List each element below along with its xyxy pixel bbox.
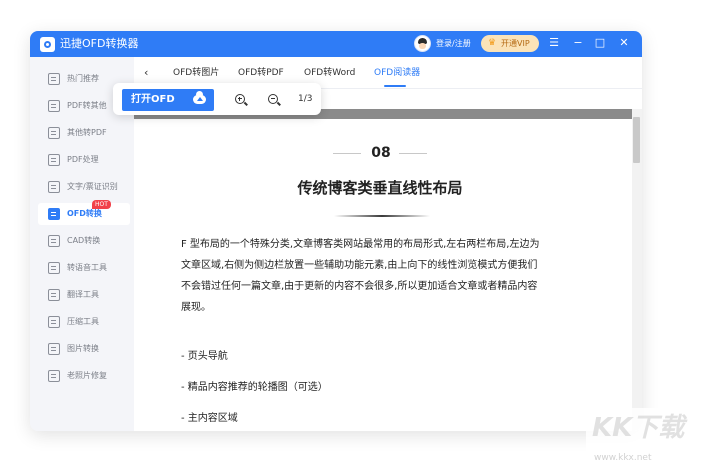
- sidebar-item-translate-tool[interactable]: 翻译工具: [38, 284, 130, 306]
- watermark-text: KK下载: [592, 413, 685, 443]
- sidebar-item-voice-tool[interactable]: 转语音工具: [38, 257, 130, 279]
- sidebar-item-label: 老照片修复: [67, 371, 107, 380]
- paragraph-line: 不会错过任何一篇文章,由于更新的内容不会很多,所以更加适合文章或者精品内容: [181, 281, 538, 292]
- vip-label: 开通VIP: [501, 39, 530, 48]
- active-tab-indicator: [384, 85, 406, 87]
- sidebar-item-label: 文字/票证识别: [67, 182, 118, 191]
- sidebar-item-label: CAD转换: [67, 236, 101, 245]
- compress-icon: [48, 316, 60, 328]
- crown-icon: ♛: [488, 38, 497, 48]
- reader-toolbar: 打开OFD 1/3: [113, 83, 321, 115]
- sidebar-item-photo-repair[interactable]: 老照片修复: [38, 365, 130, 387]
- page-indicator: 1/3: [298, 94, 313, 104]
- sidebar-item-label: PDF处理: [67, 155, 99, 164]
- ofd-icon: [48, 208, 60, 220]
- to-pdf-icon: [48, 127, 60, 139]
- ocr-icon: [48, 181, 60, 193]
- translate-icon: [48, 289, 60, 301]
- image-icon: [48, 343, 60, 355]
- hot-badge: HOT: [92, 200, 111, 209]
- menu-icon[interactable]: ☰: [547, 36, 561, 50]
- sidebar-item-pdf-process[interactable]: PDF处理: [38, 149, 130, 171]
- paragraph-line: 文章区域,右侧为侧边栏放置一些辅助功能元素,由上向下的线性浏览模式方便我们: [181, 260, 538, 271]
- app-title: 迅捷OFD转换器: [60, 37, 139, 50]
- watermark: KK下载 www.kkx.net: [586, 408, 706, 469]
- close-button[interactable]: ✕: [617, 36, 631, 50]
- pdf-convert-icon: [48, 100, 60, 112]
- sidebar-item-label: 热门推荐: [67, 74, 99, 83]
- vip-button[interactable]: ♛ 开通VIP: [481, 35, 539, 52]
- sidebar-item-image-convert[interactable]: 图片转换: [38, 338, 130, 360]
- sidebar-item-label: 压缩工具: [67, 317, 99, 326]
- app-logo-icon: [40, 37, 55, 52]
- back-icon[interactable]: ‹: [144, 66, 148, 80]
- zoom-out-icon[interactable]: [268, 94, 278, 104]
- paragraph-line: F 型布局的一个特殊分类,文章博客类网站最常用的布局形式,左右两栏布局,左边为: [181, 239, 540, 250]
- open-ofd-button[interactable]: 打开OFD: [122, 89, 214, 111]
- sidebar-item-label: 转语音工具: [67, 263, 107, 272]
- photo-repair-icon: [48, 370, 60, 382]
- sidebar-item-ofd-convert[interactable]: OFD转换 HOT: [38, 200, 130, 225]
- tab-ofd-to-pdf[interactable]: OFD转PDF: [238, 67, 284, 79]
- bullet-item: - 精品内容推荐的轮播图（可选）: [181, 382, 328, 393]
- tab-ofd-reader[interactable]: OFD阅读器: [374, 67, 420, 79]
- zoom-in-icon[interactable]: [235, 94, 245, 104]
- sidebar-item-label: 图片转换: [67, 344, 99, 353]
- bullet-item: - 主内容区域: [181, 413, 238, 424]
- tab-ofd-to-word[interactable]: OFD转Word: [304, 67, 355, 79]
- pdf-process-icon: [48, 154, 60, 166]
- sidebar-item-label: OFD转换: [67, 209, 102, 218]
- voice-icon: [48, 262, 60, 274]
- sidebar-item-compress-tool[interactable]: 压缩工具: [38, 311, 130, 333]
- tab-ofd-to-image[interactable]: OFD转图片: [173, 67, 219, 79]
- sidebar-item-other-to-pdf[interactable]: 其他转PDF: [38, 122, 130, 144]
- number-right-rule: [399, 153, 427, 154]
- minimize-button[interactable]: −: [571, 36, 585, 50]
- cloud-upload-icon: [193, 91, 206, 104]
- heading-underline: [334, 215, 430, 217]
- sidebar-item-label: 其他转PDF: [67, 128, 107, 137]
- watermark-url: www.kkx.net: [594, 453, 652, 463]
- open-ofd-label: 打开OFD: [131, 94, 175, 105]
- title-bar: 迅捷OFD转换器 登录/注册 ♛ 开通VIP ☰ − □ ✕: [30, 31, 642, 57]
- sidebar-item-label: PDF转其他: [67, 101, 107, 110]
- login-register-link[interactable]: 登录/注册: [436, 38, 471, 50]
- bullet-item: - 页头导航: [181, 351, 228, 362]
- maximize-button[interactable]: □: [593, 36, 607, 50]
- sidebar-item-ocr[interactable]: 文字/票证识别: [38, 176, 130, 198]
- sidebar-item-cad-convert[interactable]: CAD转换: [38, 230, 130, 252]
- document-heading: 传统博客类垂直线性布局: [297, 179, 463, 197]
- sidebar-item-label: 翻译工具: [67, 290, 99, 299]
- scrollbar[interactable]: [632, 109, 642, 431]
- paragraph-line: 展现。: [181, 302, 211, 313]
- scrollbar-thumb[interactable]: [633, 117, 640, 163]
- avatar[interactable]: [414, 35, 431, 52]
- cad-icon: [48, 235, 60, 247]
- hot-recommend-icon: [48, 73, 60, 85]
